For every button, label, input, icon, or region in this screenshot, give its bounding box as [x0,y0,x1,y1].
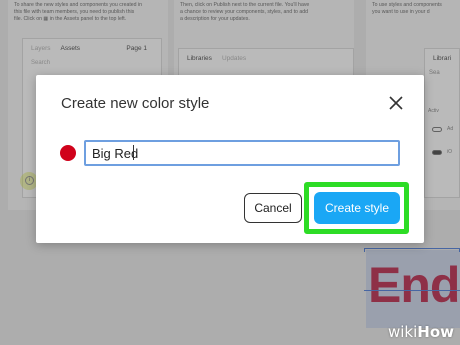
create-color-style-dialog: Create new color style Cancel Create sty… [36,75,424,243]
watermark-prefix: wiki [387,323,418,341]
text-caret [133,145,134,160]
dialog-title: Create new color style [61,95,210,112]
color-swatch[interactable] [60,145,76,161]
style-name-input[interactable] [84,140,400,166]
wikihow-watermark: wikiHow [388,323,454,341]
close-icon [389,96,403,110]
close-button[interactable] [388,95,404,111]
watermark-suffix: How [417,323,454,341]
cancel-button[interactable]: Cancel [244,193,302,223]
create-style-button[interactable]: Create style [314,192,400,224]
